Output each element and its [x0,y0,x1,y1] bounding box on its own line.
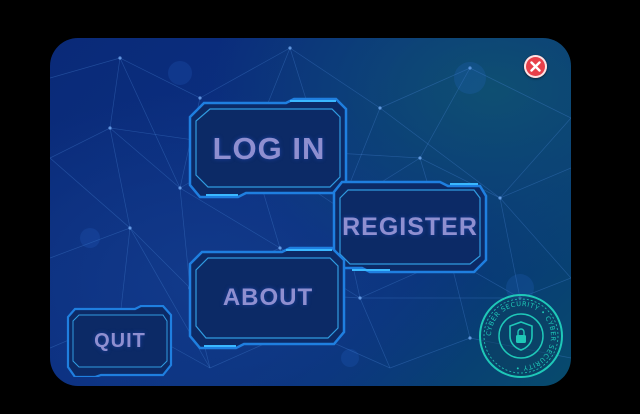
close-icon [530,61,541,72]
close-button[interactable] [524,55,547,78]
login-button-label: LOG IN [212,131,326,166]
cyber-security-seal: CYBER SECURITY • CYBER SECURITY • [477,292,565,380]
about-button-label: ABOUT [222,284,314,311]
register-button-label: REGISTER [342,212,478,241]
login-button[interactable]: LOG IN [186,97,352,201]
quit-button[interactable]: QUIT [65,305,175,377]
about-button[interactable]: ABOUT [186,246,350,350]
register-button[interactable]: REGISTER [330,178,490,276]
quit-button-label: QUIT [94,329,146,352]
